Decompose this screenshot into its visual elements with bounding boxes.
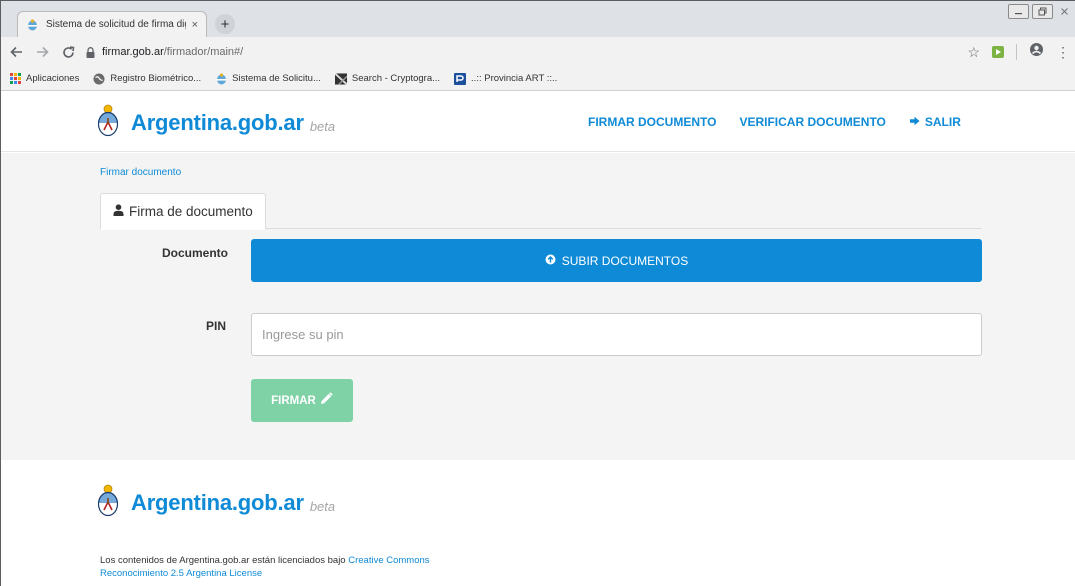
license-link-creative-commons[interactable]: Creative Commons <box>348 555 429 566</box>
argentina-seal-icon <box>26 18 38 31</box>
bookmark-label: Aplicaciones <box>26 73 80 84</box>
web-page: Argentina.gob.ar beta FIRMAR DOCUMENTO V… <box>1 92 1075 586</box>
upload-documents-button[interactable]: SUBIR DOCUMENTOS <box>251 239 982 282</box>
browser-toolbar: firmar.gob.ar /firmador/main#/ ☆ ⋮ <box>1 37 1075 67</box>
sign-button[interactable]: FIRMAR <box>251 379 353 422</box>
site-header: Argentina.gob.ar beta FIRMAR DOCUMENTO V… <box>1 92 1075 152</box>
document-label: Documento <box>162 246 228 260</box>
profile-icon[interactable] <box>1029 42 1044 62</box>
bookmark-sistema[interactable]: Sistema de Solicitu... <box>215 72 321 85</box>
reload-icon[interactable] <box>57 41 79 63</box>
new-tab-button[interactable]: + <box>215 14 235 34</box>
brand-beta-tag: beta <box>309 118 336 134</box>
nav-sign-document[interactable]: FIRMAR DOCUMENTO <box>588 115 716 129</box>
sign-out-icon <box>909 115 921 129</box>
bookmark-label: ..:: Provincia ART ::.. <box>471 73 558 84</box>
browser-window: Sistema de solicitud de firma dig × + fi… <box>0 0 1075 586</box>
main-content: Firmar documento Firma de documento Docu… <box>1 153 1075 460</box>
pin-label: PIN <box>206 319 227 333</box>
bookmark-label: Search - Cryptogra... <box>351 73 441 84</box>
argentina-seal-icon <box>97 104 119 142</box>
main-nav: FIRMAR DOCUMENTO VERIFICAR DOCUMENTO SAL… <box>588 115 961 129</box>
globe-icon <box>93 73 105 85</box>
license-intro: Los contenidos de Argentina.gob.ar están… <box>100 555 349 566</box>
breadcrumb[interactable]: Firmar documento <box>100 167 181 178</box>
footer-brand-name: Argentina.gob.ar <box>131 490 304 515</box>
bookmark-label: Registro Biométrico... <box>110 73 202 84</box>
maximize-icon[interactable] <box>1032 4 1053 19</box>
back-arrow-icon[interactable] <box>5 41 27 63</box>
url-host: firmar.gob.ar <box>102 46 164 58</box>
argentina-seal-icon <box>215 72 227 85</box>
upload-icon <box>545 252 556 270</box>
nav-exit-label: SALIR <box>924 115 961 129</box>
license-link-reconocimiento[interactable]: Reconocimiento 2.5 Argentina License <box>100 568 262 579</box>
browser-tab[interactable]: Sistema de solicitud de firma dig × <box>17 11 207 37</box>
site-footer: Argentina.gob.ar beta Los contenidos de … <box>1 460 1075 586</box>
sign-label: FIRMAR <box>271 394 316 407</box>
bookmarks-bar: Aplicaciones Registro Biométrico... Sist… <box>1 67 1075 91</box>
nav-verify-document[interactable]: VERIFICAR DOCUMENTO <box>739 115 885 129</box>
minimize-icon[interactable] <box>1008 4 1029 19</box>
tab-firma-documento[interactable]: Firma de documento <box>100 193 266 230</box>
bookmark-provincia[interactable]: ..:: Provincia ART ::.. <box>454 72 558 85</box>
forward-arrow-icon[interactable] <box>31 41 53 63</box>
tab-strip: Sistema de solicitud de firma dig × + <box>1 1 1075 37</box>
toolbar-actions: ☆ ⋮ <box>967 42 1070 62</box>
menu-dots-icon[interactable]: ⋮ <box>1056 44 1070 61</box>
footer-brand-beta-tag: beta <box>309 498 336 514</box>
star-icon[interactable]: ☆ <box>967 44 980 61</box>
tab-title: Sistema de solicitud de firma dig <box>46 19 186 30</box>
extension-icon[interactable] <box>992 46 1004 58</box>
argentina-seal-icon <box>97 484 119 522</box>
window-controls <box>1008 4 1072 19</box>
nav-exit[interactable]: SALIR <box>909 115 961 129</box>
lock-icon <box>85 46 95 58</box>
tab-label: Firma de documento <box>129 204 253 219</box>
brand-logo[interactable]: Argentina.gob.ar beta <box>97 104 335 142</box>
bookmark-apps[interactable]: Aplicaciones <box>9 73 79 85</box>
bookmark-registro[interactable]: Registro Biométrico... <box>93 73 201 85</box>
close-icon[interactable]: × <box>192 19 198 31</box>
license-text: Los contenidos de Argentina.gob.ar están… <box>100 554 430 580</box>
cryptography-icon <box>334 72 347 85</box>
address-bar[interactable]: firmar.gob.ar /firmador/main#/ <box>85 41 965 63</box>
bookmark-label: Sistema de Solicitu... <box>232 73 321 84</box>
form-tabs: Firma de documento <box>100 193 982 230</box>
user-icon <box>113 203 124 221</box>
pencil-icon <box>320 391 333 410</box>
brand-name: Argentina.gob.ar <box>131 110 304 135</box>
upload-label: SUBIR DOCUMENTOS <box>561 253 689 268</box>
footer-brand-logo[interactable]: Argentina.gob.ar beta <box>97 484 335 522</box>
pin-input[interactable] <box>251 313 982 356</box>
bookmark-search[interactable]: Search - Cryptogra... <box>334 72 441 85</box>
toolbar-divider <box>1016 44 1017 60</box>
close-window-icon[interactable] <box>1056 4 1072 19</box>
provincia-art-icon <box>454 72 467 85</box>
url-path: /firmador/main#/ <box>163 46 244 58</box>
apps-grid-icon <box>9 73 21 85</box>
